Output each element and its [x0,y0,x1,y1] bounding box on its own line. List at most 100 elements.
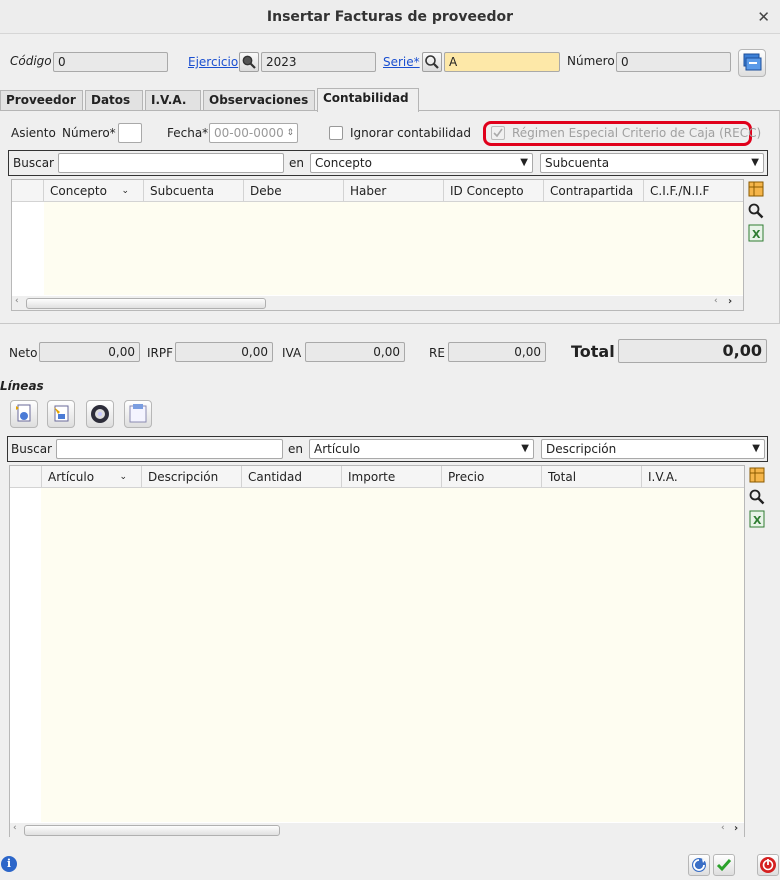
neto-label: Neto [9,346,38,360]
excel-export-icon[interactable]: X [747,224,765,242]
contabilidad-search-input[interactable] [58,153,284,173]
tab-proveedor[interactable]: Proveedor [0,90,83,111]
search-icon[interactable] [748,488,766,506]
delete-line-button[interactable] [86,400,114,428]
column-header[interactable]: Haber [344,180,444,202]
contabilidad-field-select[interactable]: Concepto ▼ [310,153,533,173]
chevron-down-icon: ⌄ [121,186,129,196]
chevron-down-icon: ⌄ [119,472,127,482]
scroll-left-icon[interactable]: ‹ [714,296,718,306]
numero-field[interactable]: 0 [616,52,731,72]
tab-observaciones-label: Observaciones [209,93,309,107]
edit-line-icon [54,405,69,422]
open-line-icon [129,404,147,423]
codigo-value: 0 [58,55,66,69]
configure-columns-icon[interactable] [747,180,765,198]
column-header-label: Haber [350,184,387,198]
column-header[interactable]: I.V.A. [642,466,744,488]
recc-checkbox[interactable] [491,126,505,140]
tab-proveedor-label: Proveedor [6,93,76,107]
column-header[interactable]: Precio [442,466,542,488]
column-header[interactable]: ID Concepto [444,180,544,202]
column-header[interactable]: Importe [342,466,442,488]
column-header[interactable]: Contrapartida [544,180,644,202]
column-header[interactable]: Descripción [142,466,242,488]
checkmark-icon [716,859,732,872]
fecha-label: Fecha* [167,126,209,140]
print-button[interactable] [738,49,766,77]
lineas-grid: Artículo ⌄ Descripción Cantidad Importe P… [9,465,745,837]
lineas-column-select[interactable]: Descripción ▼ [541,439,765,459]
total-field: 0,00 [618,339,767,363]
close-icon[interactable]: ✕ [757,0,770,34]
svg-text:X: X [753,514,762,527]
ejercicio-link[interactable]: Ejercicio [188,55,238,69]
column-header[interactable]: Subcuenta [144,180,244,202]
codigo-field[interactable]: 0 [53,52,168,72]
ignorar-contabilidad-checkbox[interactable] [329,126,343,140]
scroll-right-icon[interactable]: › [728,296,732,307]
lineas-search-input[interactable] [56,439,283,459]
contabilidad-grid-body[interactable] [44,202,743,295]
scrollbar-thumb[interactable] [26,298,266,309]
contabilidad-column-select[interactable]: Subcuenta ▼ [540,153,764,173]
row-header-corner [10,466,42,488]
re-field: 0,00 [448,342,546,362]
column-header[interactable]: Debe [244,180,344,202]
column-header[interactable]: Concepto ⌄ [44,180,144,202]
power-icon [760,857,776,873]
column-header[interactable]: Total [542,466,642,488]
contabilidad-column-value: Subcuenta [545,156,610,170]
asiento-numero-label: Número* [62,126,116,140]
total-label: Total [571,342,615,361]
edit-line-button[interactable] [47,400,75,428]
excel-export-icon[interactable]: X [748,510,766,528]
contabilidad-buscar-label: Buscar [13,156,54,170]
tab-iva-label: I.V.A. [151,93,187,107]
column-header[interactable]: Artículo ⌄ [42,466,142,488]
tab-contabilidad-label: Contabilidad [323,91,409,105]
scroll-left-icon[interactable]: ‹ [721,823,725,833]
checkmark-icon [493,128,503,138]
contabilidad-field-value: Concepto [315,156,372,170]
ejercicio-field[interactable]: 2023 [261,52,376,72]
spin-icon[interactable]: ⇕ [286,124,294,142]
scroll-left-icon[interactable]: ‹ [13,823,17,833]
lineas-grid-body[interactable] [41,488,744,822]
refresh-button[interactable] [688,854,710,876]
total-value: 0,00 [722,341,762,360]
serie-link[interactable]: Serie* [383,55,420,69]
serie-field[interactable]: A [444,52,560,72]
scroll-left-icon[interactable]: ‹ [15,296,19,306]
contabilidad-hscrollbar[interactable]: ‹ ‹ › [12,296,743,310]
lineas-field-select[interactable]: Artículo ▼ [309,439,534,459]
accept-button[interactable] [713,854,735,876]
info-icon[interactable]: i [1,856,17,872]
tab-datos[interactable]: Datos [85,90,143,111]
lineas-hscrollbar[interactable]: ‹ ‹ › [10,823,744,837]
ignorar-contabilidad-label: Ignorar contabilidad [350,126,471,140]
chevron-down-icon: ▼ [521,443,529,454]
svg-text:X: X [752,228,761,241]
asiento-numero-field[interactable] [118,123,142,143]
scroll-right-icon[interactable]: › [734,823,738,834]
column-header-label: Total [548,470,577,484]
tab-contabilidad[interactable]: Contabilidad [317,88,419,112]
scrollbar-thumb[interactable] [24,825,280,836]
numero-label: Número [567,54,615,68]
open-line-button[interactable] [124,400,152,428]
column-header-label: Importe [348,470,396,484]
search-icon[interactable] [747,202,765,220]
cancel-button[interactable] [757,854,779,876]
fecha-field[interactable]: 00-00-0000 ⇕ [209,123,298,143]
row-header-corner [12,180,44,202]
serie-search-button[interactable] [422,52,442,72]
configure-columns-icon[interactable] [748,466,766,484]
column-header[interactable]: C.I.F./N.I.F [644,180,743,202]
column-header[interactable]: Cantidad [242,466,342,488]
tab-iva[interactable]: I.V.A. [145,90,201,111]
add-line-button[interactable] [10,400,38,428]
ejercicio-search-button[interactable] [239,52,259,72]
tab-observaciones[interactable]: Observaciones [203,90,315,111]
asiento-label: Asiento [11,126,56,140]
